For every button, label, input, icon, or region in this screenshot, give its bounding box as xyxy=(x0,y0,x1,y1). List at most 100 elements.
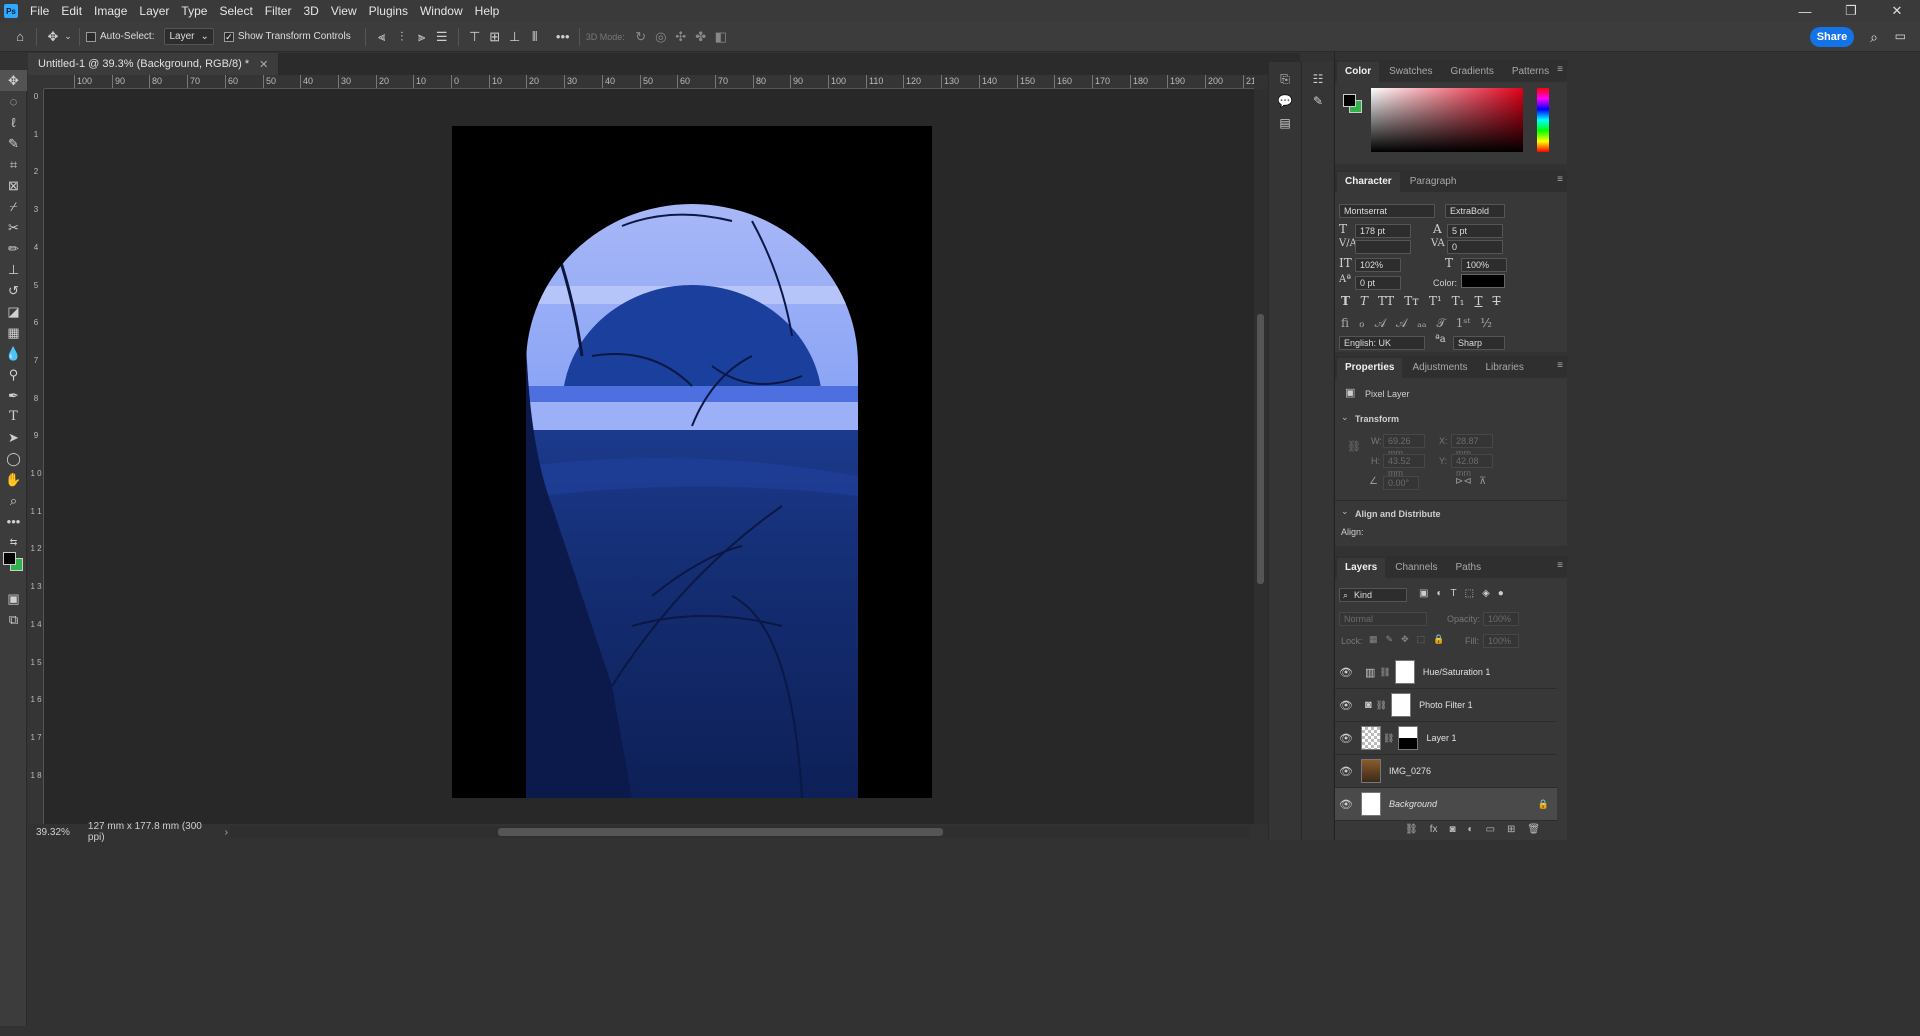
foreground-color-swatch[interactable] xyxy=(3,552,16,565)
color-field[interactable] xyxy=(1371,88,1523,152)
leading-field[interactable]: 5 pt xyxy=(1447,224,1503,238)
font-family-select[interactable]: Montserrat xyxy=(1339,204,1435,218)
menu-select[interactable]: Select xyxy=(213,0,258,22)
quick-selection-icon[interactable]: ✎ xyxy=(0,133,27,154)
dodge-tool-icon[interactable]: ⚲ xyxy=(0,364,27,385)
kerning-field[interactable] xyxy=(1355,240,1411,254)
layer-mask-thumbnail[interactable] xyxy=(1394,660,1415,684)
tracking-field[interactable]: 0 xyxy=(1447,240,1503,254)
screen-mode-icon[interactable]: ⧉ xyxy=(0,609,27,630)
visibility-eye-icon[interactable]: 👁 xyxy=(1335,798,1357,811)
restore-icon[interactable]: ❐ xyxy=(1828,0,1874,22)
3d-slide-icon[interactable]: ✤ xyxy=(691,27,711,47)
visibility-eye-icon[interactable]: 👁 xyxy=(1335,699,1357,712)
layer-row[interactable]: 👁 ⛓ Layer 1 xyxy=(1335,722,1557,755)
link-icon[interactable]: ⛓ xyxy=(1347,440,1361,453)
ligatures-icon[interactable]: fi xyxy=(1341,316,1349,331)
hand-tool-icon[interactable]: ✋ xyxy=(0,469,27,490)
align-top-icon[interactable]: ⊤ xyxy=(465,27,485,47)
hue-slider[interactable] xyxy=(1537,88,1549,152)
text-color-swatch[interactable] xyxy=(1461,274,1505,288)
document-tab[interactable]: Untitled-1 @ 39.3% (Background, RGB/8) *… xyxy=(28,53,279,75)
minimize-icon[interactable]: — xyxy=(1782,0,1828,22)
brush-settings-icon[interactable]: ✎ xyxy=(1302,90,1334,112)
horizontal-scrollbar[interactable] xyxy=(230,826,1250,838)
fx-icon[interactable]: fx xyxy=(1430,824,1438,835)
tab-gradients[interactable]: Gradients xyxy=(1442,62,1501,82)
menu-window[interactable]: Window xyxy=(414,0,469,22)
3d-roll-icon[interactable]: ◎ xyxy=(651,27,671,47)
filter-type-icon[interactable]: T xyxy=(1451,588,1457,599)
swap-colors-icon[interactable]: ⇆ xyxy=(0,532,27,553)
blur-tool-icon[interactable]: 💧 xyxy=(0,343,27,364)
color-fg-swatch[interactable] xyxy=(1343,94,1356,107)
visibility-eye-icon[interactable]: 👁 xyxy=(1335,732,1357,745)
eyedropper-tool-icon[interactable]: ⌿ xyxy=(0,196,27,217)
angle-field[interactable]: 0.00° xyxy=(1383,476,1419,490)
mask-link-icon[interactable]: ⛓ xyxy=(1379,667,1390,678)
panel-menu-icon[interactable]: ≡ xyxy=(1557,174,1563,185)
font-size-field[interactable]: 178 pt xyxy=(1355,224,1411,238)
lock-pixels-icon[interactable]: ✎ xyxy=(1386,634,1394,645)
antialias-select[interactable]: Sharp xyxy=(1453,336,1505,350)
baseline-shift-field[interactable]: 0 pt xyxy=(1355,276,1401,290)
zoom-tool-icon[interactable]: ⌕ xyxy=(0,490,27,511)
link-layers-icon[interactable]: ⛓ xyxy=(1405,824,1418,835)
layer-thumbnail[interactable] xyxy=(1361,792,1381,816)
distribute-v-icon[interactable]: ☰ xyxy=(432,27,452,47)
x-field[interactable]: 28.87 mm xyxy=(1451,434,1493,458)
history-panel-icon[interactable]: ⎘ xyxy=(1269,68,1301,90)
panel-menu-icon[interactable]: ≡ xyxy=(1557,560,1563,571)
type-tool-icon[interactable]: T xyxy=(0,406,27,427)
gradient-tool-icon[interactable]: ▦ xyxy=(0,322,27,343)
panel-menu-icon[interactable]: ≡ xyxy=(1557,360,1563,371)
width-field[interactable]: 69.26 mm xyxy=(1383,434,1425,458)
menu-type[interactable]: Type xyxy=(175,0,213,22)
chevron-down-icon[interactable]: ⌄ xyxy=(1341,506,1349,517)
delete-layer-icon[interactable]: 🗑 xyxy=(1527,824,1540,835)
tab-character[interactable]: Character xyxy=(1337,172,1400,192)
language-select[interactable]: English: UK xyxy=(1339,336,1425,350)
lock-artboard-icon[interactable]: ⬚ xyxy=(1417,634,1426,645)
superscript-icon[interactable]: T¹ xyxy=(1429,294,1442,308)
tab-swatches[interactable]: Swatches xyxy=(1381,62,1440,82)
ordinal-st-icon[interactable]: 1ˢᵗ xyxy=(1456,316,1471,331)
opacity-field[interactable]: 100% xyxy=(1483,612,1519,626)
auto-select-checkbox[interactable] xyxy=(86,31,96,42)
edit-toolbar-icon[interactable]: ••• xyxy=(0,511,27,532)
healing-brush-icon[interactable]: ✂ xyxy=(0,217,27,238)
titling-icon[interactable]: ₐₐ xyxy=(1417,316,1426,331)
menu-image[interactable]: Image xyxy=(88,0,133,22)
faux-bold-icon[interactable]: T xyxy=(1341,294,1350,308)
distribute-h-icon[interactable]: ⫴ xyxy=(525,27,545,47)
more-options-icon[interactable]: ••• xyxy=(553,27,573,47)
layer-filter-select[interactable]: ⌕ Kind xyxy=(1339,588,1407,602)
comments-panel-icon[interactable]: 💬 xyxy=(1269,90,1301,112)
menu-file[interactable]: File xyxy=(24,0,55,22)
show-transform-checkbox[interactable]: ✓ xyxy=(223,31,234,42)
canvas-area[interactable] xyxy=(44,89,1254,824)
move-tool-icon[interactable]: ✥ xyxy=(43,27,63,47)
photoshop-logo[interactable]: Ps xyxy=(4,4,18,18)
document-canvas[interactable] xyxy=(452,126,932,798)
font-style-select[interactable]: ExtraBold xyxy=(1445,204,1505,218)
ellipse-tool-icon[interactable]: ◯ xyxy=(0,448,27,469)
search-icon[interactable]: ⌕ xyxy=(1870,29,1878,46)
mask-link-icon[interactable]: ⛓ xyxy=(1376,700,1387,711)
subscript-icon[interactable]: T₁ xyxy=(1452,294,1465,308)
home-icon[interactable]: ⌂ xyxy=(10,27,30,47)
tab-paragraph[interactable]: Paragraph xyxy=(1402,172,1465,192)
layer-row[interactable]: 👁 IMG_0276 xyxy=(1335,755,1557,788)
layer-name[interactable]: Background xyxy=(1389,799,1437,809)
workspace-icon[interactable]: ▭ xyxy=(1895,29,1906,43)
tab-paths[interactable]: Paths xyxy=(1448,558,1490,578)
menu-filter[interactable]: Filter xyxy=(259,0,298,22)
lasso-tool-icon[interactable]: ℓ xyxy=(0,112,27,133)
adjust-panel-icon[interactable]: ☷ xyxy=(1302,68,1334,90)
close-window-icon[interactable]: ✕ xyxy=(1874,0,1920,22)
filter-toggle-icon[interactable]: ● xyxy=(1498,588,1504,599)
align-middle-icon[interactable]: ⊞ xyxy=(485,27,505,47)
align-bottom-icon[interactable]: ⊥ xyxy=(505,27,525,47)
lock-icon[interactable]: 🔒 xyxy=(1538,799,1549,810)
crop-tool-icon[interactable]: ⌗ xyxy=(0,154,27,175)
